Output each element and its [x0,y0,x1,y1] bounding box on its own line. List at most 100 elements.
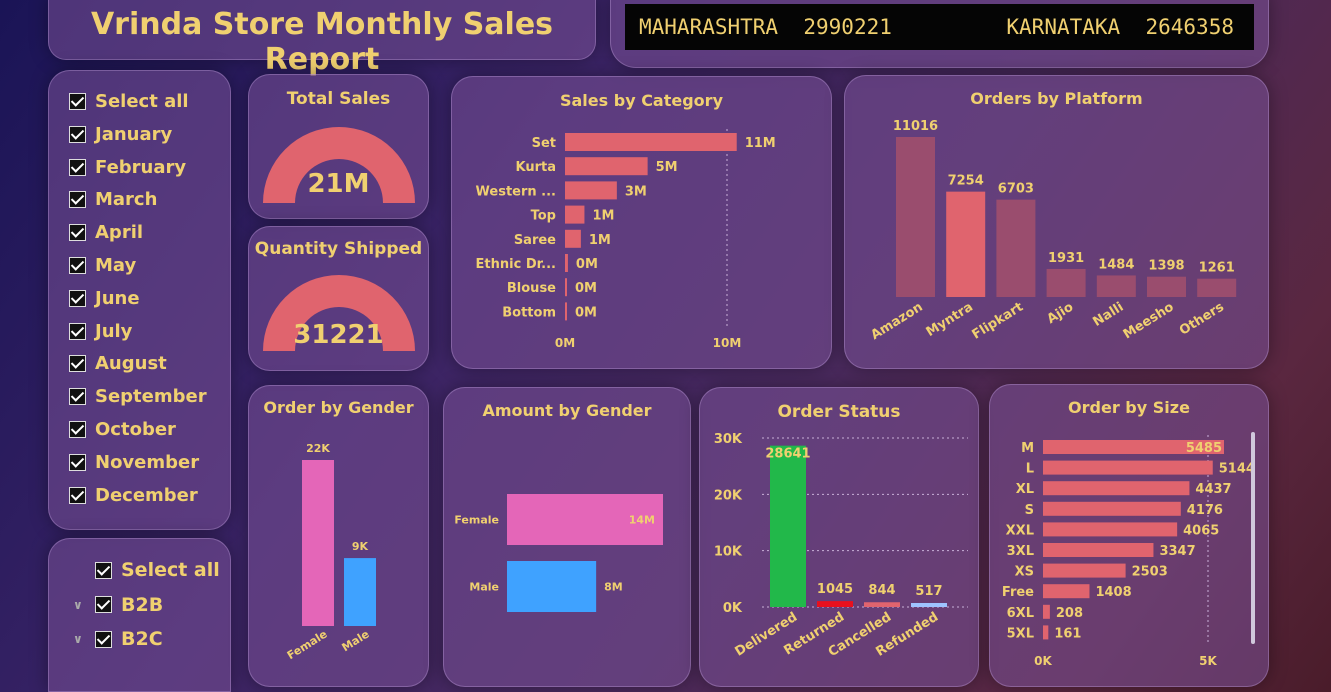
status-ytick: 20K [714,488,743,503]
channel-slicer: Select all ∨ B2B ∨ B2C [48,538,231,692]
checkbox-checked-icon[interactable] [69,93,86,110]
report-title-card: Vrinda Store Monthly Sales Report [48,0,596,77]
channel-option-b2b[interactable]: ∨ B2B [73,594,163,616]
category-label-ethnic-dr: Ethnic Dr... [476,257,556,272]
size-label-5xl: 5XL [1007,626,1034,641]
platform-category-label-meesho: Meesho [1121,300,1177,343]
category-bar-set [565,133,737,151]
status-value-label: 844 [868,583,895,598]
checkbox-checked-icon[interactable] [69,158,86,176]
status-value-label: 28641 [765,447,810,462]
month-option-september[interactable]: September [69,386,207,407]
month-option-march[interactable]: March [69,189,157,210]
gender-amount-chart: Female 14M Male 8M [454,494,663,612]
channel-option-b2c[interactable]: ∨ B2C [73,628,163,650]
size-bar-5xl [1043,625,1049,640]
category-label-top: Top [531,209,556,224]
month-option-november[interactable]: November [69,452,199,473]
platform-category-label-ajio: Ajio [1045,300,1077,328]
size-value-label: 4437 [1195,482,1231,497]
gender-amount-value-label: 8M [604,581,623,594]
status-bar-delivered [770,445,806,607]
checkbox-checked-icon[interactable] [69,125,86,143]
checkbox-checked-icon[interactable] [69,257,86,274]
month-option-label: May [95,255,137,276]
chevron-down-icon[interactable]: ∨ [73,632,87,646]
platform-value-label: 1484 [1098,257,1134,272]
size-value-label: 1408 [1095,585,1131,600]
size-chart-card: Order by Size M 5485 L 5144 XL 4437 S 4176 XXL 40… [989,384,1269,687]
checkbox-checked-icon[interactable] [69,191,86,209]
platform-category-label-others: Others [1177,300,1227,339]
checkbox-checked-icon[interactable] [69,322,86,340]
channel-option-label: B2B [121,593,164,616]
state-ticker: MAHARASHTRA 2990221 KARNATAKA 2646358 [625,4,1254,50]
channel-option-label: Select all [121,559,220,581]
size-bar-l [1043,460,1213,475]
platform-bar-nalli [1096,275,1136,297]
month-option-february[interactable]: February [69,157,186,178]
month-option-april[interactable]: April [69,222,143,243]
status-bar-cancelled [864,602,900,607]
size-scrollbar[interactable] [1251,432,1255,644]
checkbox-checked-icon[interactable] [69,486,86,504]
category-value-label: 0M [575,281,597,296]
chevron-down-icon[interactable]: ∨ [73,598,87,612]
platform-bar-ajio [1046,268,1086,297]
category-label-western: Western ... [476,184,556,199]
month-option-june[interactable]: June [69,288,140,309]
category-bar-top [565,205,585,224]
status-ytick: 10K [714,545,743,560]
category-value-label: 5M [656,160,678,175]
gender-orders-value-label: 22K [306,442,330,455]
month-option-august[interactable]: August [69,353,167,374]
size-label-xxl: XXL [1006,523,1034,538]
platform-value-label: 1931 [1048,251,1084,266]
category-value-label: 1M [592,209,614,224]
page-title: Vrinda Store Monthly Sales Report [90,7,554,77]
month-option-january[interactable]: January [69,124,172,145]
checkbox-checked-icon[interactable] [69,388,86,406]
gender-orders-card: Order by Gender 22K Female 9K Male [248,385,429,687]
size-label-6xl: 6XL [1007,606,1034,621]
checkbox-checked-icon[interactable] [95,596,112,613]
checkbox-checked-icon[interactable] [69,224,86,242]
size-bar-6xl [1043,604,1050,619]
checkbox-checked-icon[interactable] [95,630,112,648]
gender-amount-value-label: 14M [629,514,655,527]
category-label-set: Set [532,136,556,151]
month-option-may[interactable]: May [69,255,136,276]
checkbox-checked-icon[interactable] [69,453,86,471]
platform-bar-amazon [896,137,935,297]
month-option-select-all[interactable]: Select all [69,91,189,112]
category-value-label: 0M [576,257,598,272]
platform-bar-myntra [946,191,986,297]
checkbox-checked-icon[interactable] [69,289,86,307]
month-option-label: March [95,189,158,211]
month-option-label: September [95,386,207,408]
month-option-label: Select all [95,91,189,112]
month-option-label: January [95,123,173,145]
gender-amount-label-female: Female [454,514,499,527]
size-value-label: 4176 [1187,503,1223,518]
checkbox-checked-icon[interactable] [69,421,86,438]
size-label-3xl: 3XL [1007,544,1034,559]
month-option-july[interactable]: July [69,321,132,342]
channel-option-select-all[interactable]: Select all [73,559,220,581]
gender-orders-bar-female [302,460,334,626]
size-bar-xl [1043,481,1190,496]
status-value-label: 1045 [817,582,853,597]
platform-value-label: 11016 [893,119,938,134]
month-option-october[interactable]: October [69,419,176,440]
checkbox-checked-icon[interactable] [69,355,86,373]
size-xtick: 0K [1034,654,1052,668]
category-bar-saree [565,229,581,248]
size-bar-free [1043,584,1090,599]
status-ytick: 0K [723,601,743,616]
size-chart: M 5485 L 5144 XL 4437 S 4176 XXL 4065 3XL 3347 XS 250… [1002,432,1255,668]
category-label-bottom: Bottom [502,305,556,320]
category-bar-bottom [565,302,567,321]
month-option-december[interactable]: December [69,485,198,506]
category-bar-western [565,181,617,200]
checkbox-checked-icon[interactable] [95,561,112,579]
